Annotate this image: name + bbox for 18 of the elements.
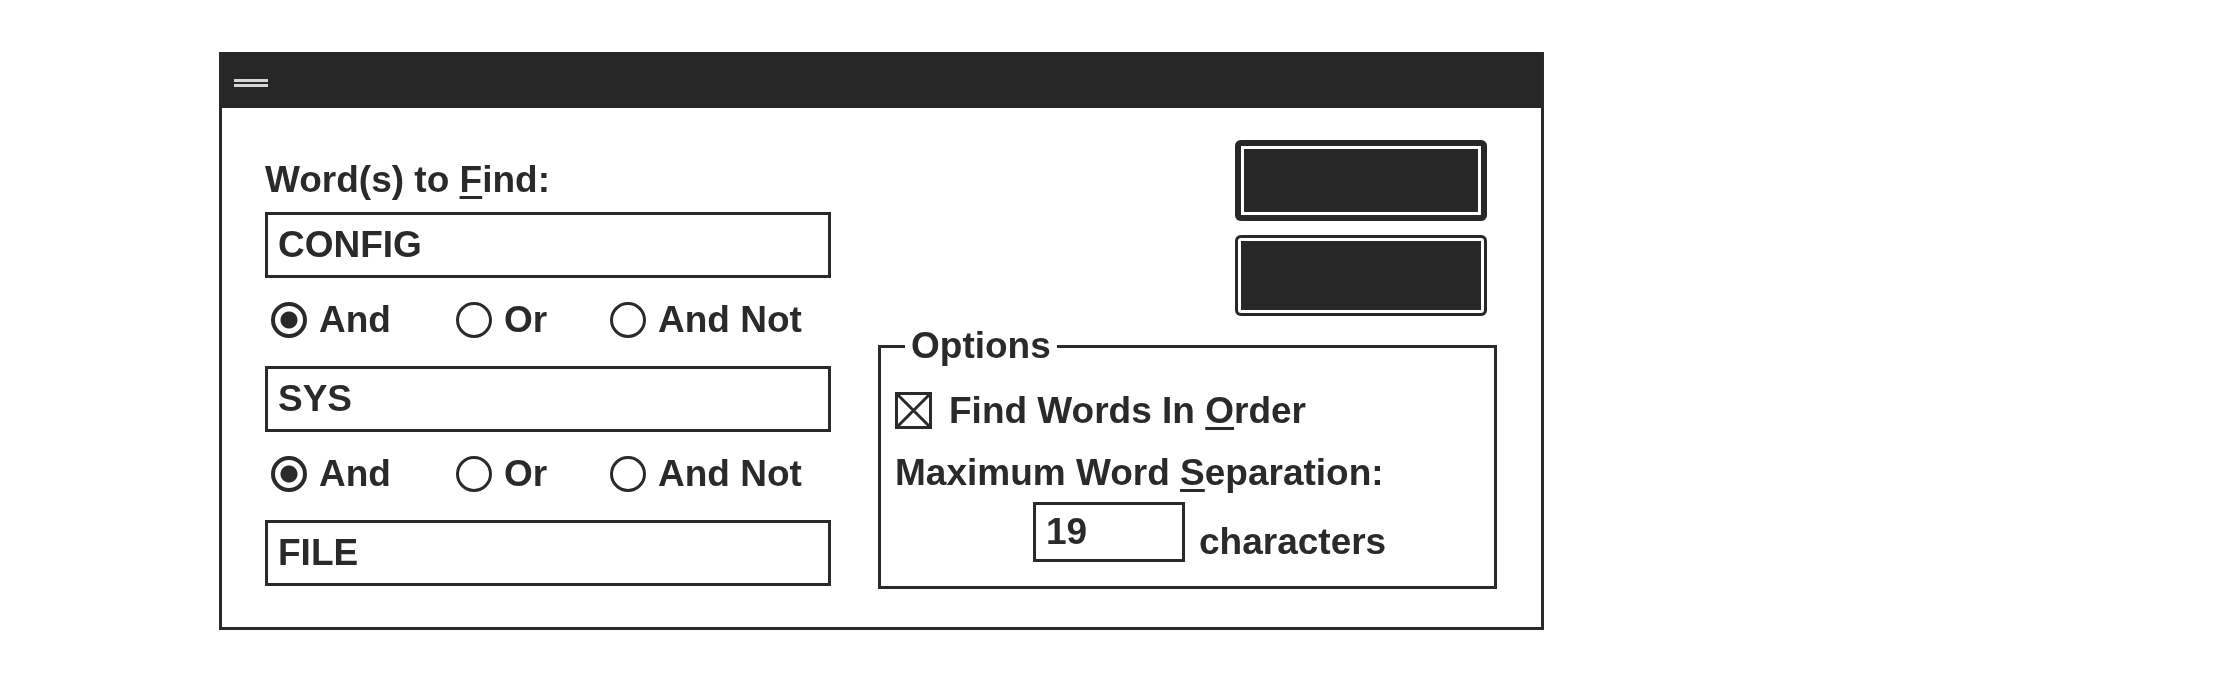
- separation-field[interactable]: 19: [1033, 502, 1185, 562]
- find-in-order-checkbox[interactable]: Find Words In Order: [895, 391, 1306, 431]
- system-menu-icon[interactable]: [234, 79, 268, 87]
- field-label: Word(s) to Find:: [265, 160, 550, 200]
- field-label: Maximum Word Separation:: [895, 453, 1385, 493]
- unit-label: characters: [1199, 522, 1387, 562]
- command-button[interactable]: [1235, 140, 1487, 221]
- search-term-field[interactable]: SYS: [265, 366, 831, 432]
- operator-radio[interactable]: And Not: [610, 454, 802, 494]
- operator-radio[interactable]: And: [271, 454, 391, 494]
- operator-radio[interactable]: Or: [456, 300, 548, 340]
- search-term-field[interactable]: CONFIG: [265, 212, 831, 278]
- command-button[interactable]: [1235, 235, 1487, 316]
- group-title: Options: [910, 326, 1052, 366]
- operator-radio[interactable]: And: [271, 300, 391, 340]
- search-term-field[interactable]: FILE: [265, 520, 831, 586]
- operator-radio[interactable]: Or: [456, 454, 548, 494]
- operator-radio[interactable]: And Not: [610, 300, 802, 340]
